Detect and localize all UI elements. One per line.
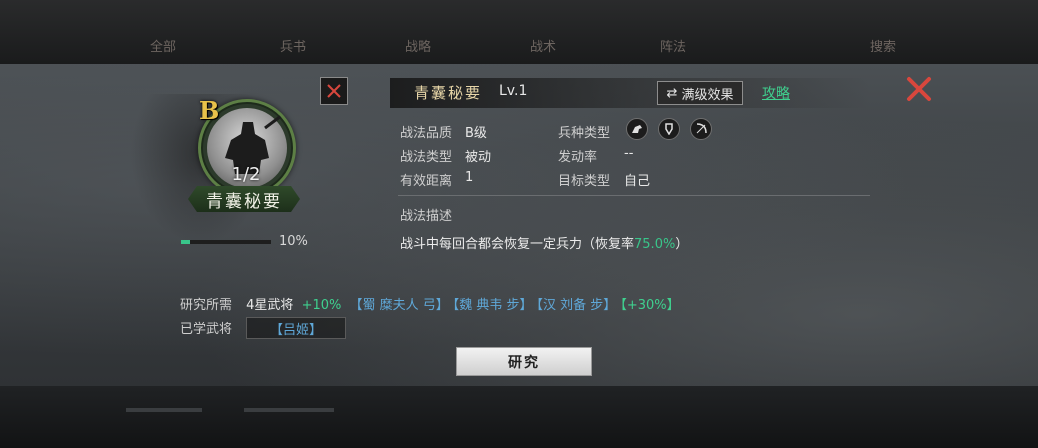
divider [398,195,870,196]
progress-bar [181,240,271,244]
max-level-effect-button[interactable]: ⇄ 满级效果 [657,81,743,105]
research-button[interactable]: 研究 [456,347,592,376]
bonus-2: 【+30%】 [620,298,680,313]
requirement-text: 4星武将 [246,298,294,313]
small-close-button[interactable] [320,77,348,105]
shield-icon [658,118,680,140]
tactic-detail-panel: B 1/2 青囊秘要 10% 青囊秘要 Lv.1 ⇄ 满级效果 攻略 战法品质 … [0,64,1038,386]
learned-generals-label: 已学武将 [180,322,233,337]
cavalry-icon [626,118,648,140]
description-text: 战斗中每回合都会恢复一定兵力（恢复率75.0%） [400,233,688,252]
quality-label: 战法品质 [400,126,453,141]
quality-value: B级 [465,126,487,141]
bg-tab-formation: 阵法 [660,40,687,55]
bg-bar-1 [126,408,202,412]
close-icon [327,84,341,98]
background-tabs: 全部 兵书 战略 战术 阵法 搜索 [0,30,1038,64]
bow-icon [690,118,712,140]
unit-type-label: 兵种类型 [558,126,611,141]
bg-tab-search: 搜索 [870,40,897,55]
tactic-count: 1/2 [231,164,261,185]
bg-tab-strategy: 战略 [405,40,432,55]
research-requirement-row: 研究所需 4星武将 +10% 【蜀 糜夫人 弓】 【魏 典韦 步】 【汉 刘备 步】… [180,294,684,313]
target-type-value: 自己 [624,174,651,189]
close-icon [907,77,931,101]
close-button[interactable] [904,74,934,104]
tactic-level: Lv.1 [499,83,528,99]
description-text-end: ） [675,237,689,252]
range-label: 有效距离 [400,174,453,189]
trigger-rate-value: -- [624,146,634,161]
bonus-1: +10% [301,298,342,313]
recovery-rate: 75.0% [634,237,676,252]
general-2[interactable]: 【魏 典韦 步】 [453,298,533,313]
description-text-main: 战斗中每回合都会恢复一定兵力（恢复率 [400,237,635,252]
range-value: 1 [465,170,474,185]
progress-text: 10% [279,234,308,249]
bg-tab-all: 全部 [150,40,177,55]
bg-bar-2 [244,408,334,412]
max-level-effect-label: 满级效果 [681,87,734,103]
learned-general-slot[interactable]: 【吕姬】 [246,317,346,339]
bg-tab-tactics: 战术 [530,40,557,55]
type-value: 被动 [465,150,492,165]
trigger-rate-label: 发动率 [558,150,598,165]
background-bottom-bar [0,386,1038,448]
target-type-label: 目标类型 [558,174,611,189]
general-3[interactable]: 【汉 刘备 步】 [537,298,617,313]
grade-badge: B [199,96,220,125]
background-top-bar: 全部 兵书 战略 战术 阵法 搜索 [0,0,1038,64]
tactic-name-ribbon: 青囊秘要 [188,186,300,212]
swap-icon: ⇄ [666,85,678,101]
type-label: 战法类型 [400,150,453,165]
general-1[interactable]: 【蜀 糜夫人 弓】 [350,298,449,313]
research-label: 研究所需 [180,298,233,313]
progress-fill [181,240,190,244]
description-title: 战法描述 [400,209,453,224]
guide-link[interactable]: 攻略 [762,83,790,103]
bg-tab-books: 兵书 [280,40,307,55]
tactic-title: 青囊秘要 [414,84,483,102]
